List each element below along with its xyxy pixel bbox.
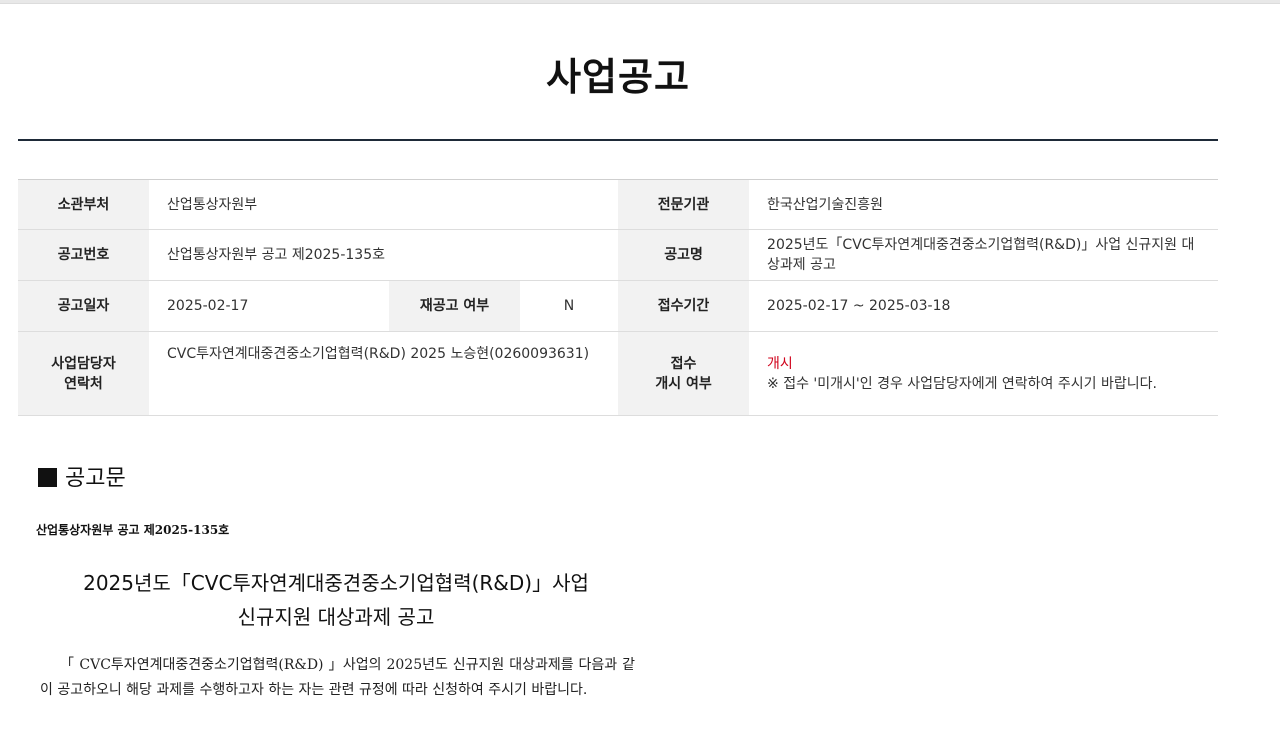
- notice-body: 「 CVC투자연계대중견중소기업협력(R&D) 」사업의 2025년도 신규지원…: [40, 657, 635, 698]
- value-notice-number: 산업통상자원부 공고 제2025-135호: [149, 229, 619, 281]
- announcement-info-table: 소관부처 산업통상자원부 전문기관 한국산업기술진흥원 공고번호 산업통상자원부…: [18, 179, 1219, 416]
- label-notice-number: 공고번호: [18, 229, 149, 281]
- label-open-status-line2: 개시 여부: [655, 375, 712, 392]
- value-contact: CVC투자연계대중견중소기업협력(R&D) 2025 노승현(026009363…: [149, 331, 619, 416]
- label-re-notice: 재공고 여부: [389, 280, 520, 332]
- notice-heading: 2025년도「CVC투자연계대중견중소기업협력(R&D)」사업 신규지원 대상과…: [36, 566, 636, 634]
- value-notice-date: 2025-02-17: [149, 280, 389, 332]
- label-contact-line1: 사업담당자: [51, 355, 116, 372]
- value-ministry: 산업통상자원부: [149, 179, 619, 230]
- browser-top-strip: [0, 0, 1280, 4]
- value-open-status: 개시 ※ 접수 '미개시'인 경우 사업담당자에게 연락하여 주시기 바랍니다.: [749, 331, 1219, 416]
- table-row: 공고일자 2025-02-17 재공고 여부 N 접수기간 2025-02-17…: [18, 280, 1219, 332]
- label-contact: 사업담당자 연락처: [18, 331, 149, 416]
- label-notice-date: 공고일자: [18, 280, 149, 332]
- square-bullet-icon: [38, 468, 57, 487]
- page-title: 사업공고: [546, 55, 690, 99]
- section-heading-text: 공고문: [65, 466, 126, 491]
- label-open-status-line1: 접수: [670, 355, 697, 372]
- label-agency: 전문기관: [618, 179, 750, 230]
- value-application-period: 2025-02-17 ~ 2025-03-18: [749, 280, 1219, 332]
- value-notice-name: 2025년도「CVC투자연계대중견중소기업협력(R&D)」사업 신규지원 대상과…: [749, 229, 1219, 281]
- table-row: 공고번호 산업통상자원부 공고 제2025-135호 공고명 2025년도「CV…: [18, 229, 1219, 281]
- table-row: 사업담당자 연락처 CVC투자연계대중견중소기업협력(R&D) 2025 노승현…: [18, 331, 1219, 416]
- label-application-period: 접수기간: [618, 280, 750, 332]
- value-re-notice: N: [520, 280, 619, 332]
- notice-heading-line1: 2025년도「CVC투자연계대중견중소기업협력(R&D)」사업: [83, 571, 589, 595]
- section-heading: 공고문: [38, 460, 126, 492]
- label-contact-line2: 연락처: [64, 375, 103, 392]
- open-status-note: ※ 접수 '미개시'인 경우 사업담당자에게 연락하여 주시기 바랍니다.: [767, 375, 1157, 392]
- label-open-status: 접수 개시 여부: [618, 331, 750, 416]
- label-ministry: 소관부처: [18, 179, 149, 230]
- label-notice-name: 공고명: [618, 229, 750, 281]
- open-status-badge: 개시: [767, 355, 793, 372]
- notice-number: 산업통상자원부 공고 제2025-135호: [36, 523, 230, 537]
- value-agency: 한국산업기술진흥원: [749, 179, 1219, 230]
- notice-heading-line2: 신규지원 대상과제 공고: [237, 605, 435, 629]
- table-row: 소관부처 산업통상자원부 전문기관 한국산업기술진흥원: [18, 179, 1219, 230]
- title-divider: [18, 139, 1218, 141]
